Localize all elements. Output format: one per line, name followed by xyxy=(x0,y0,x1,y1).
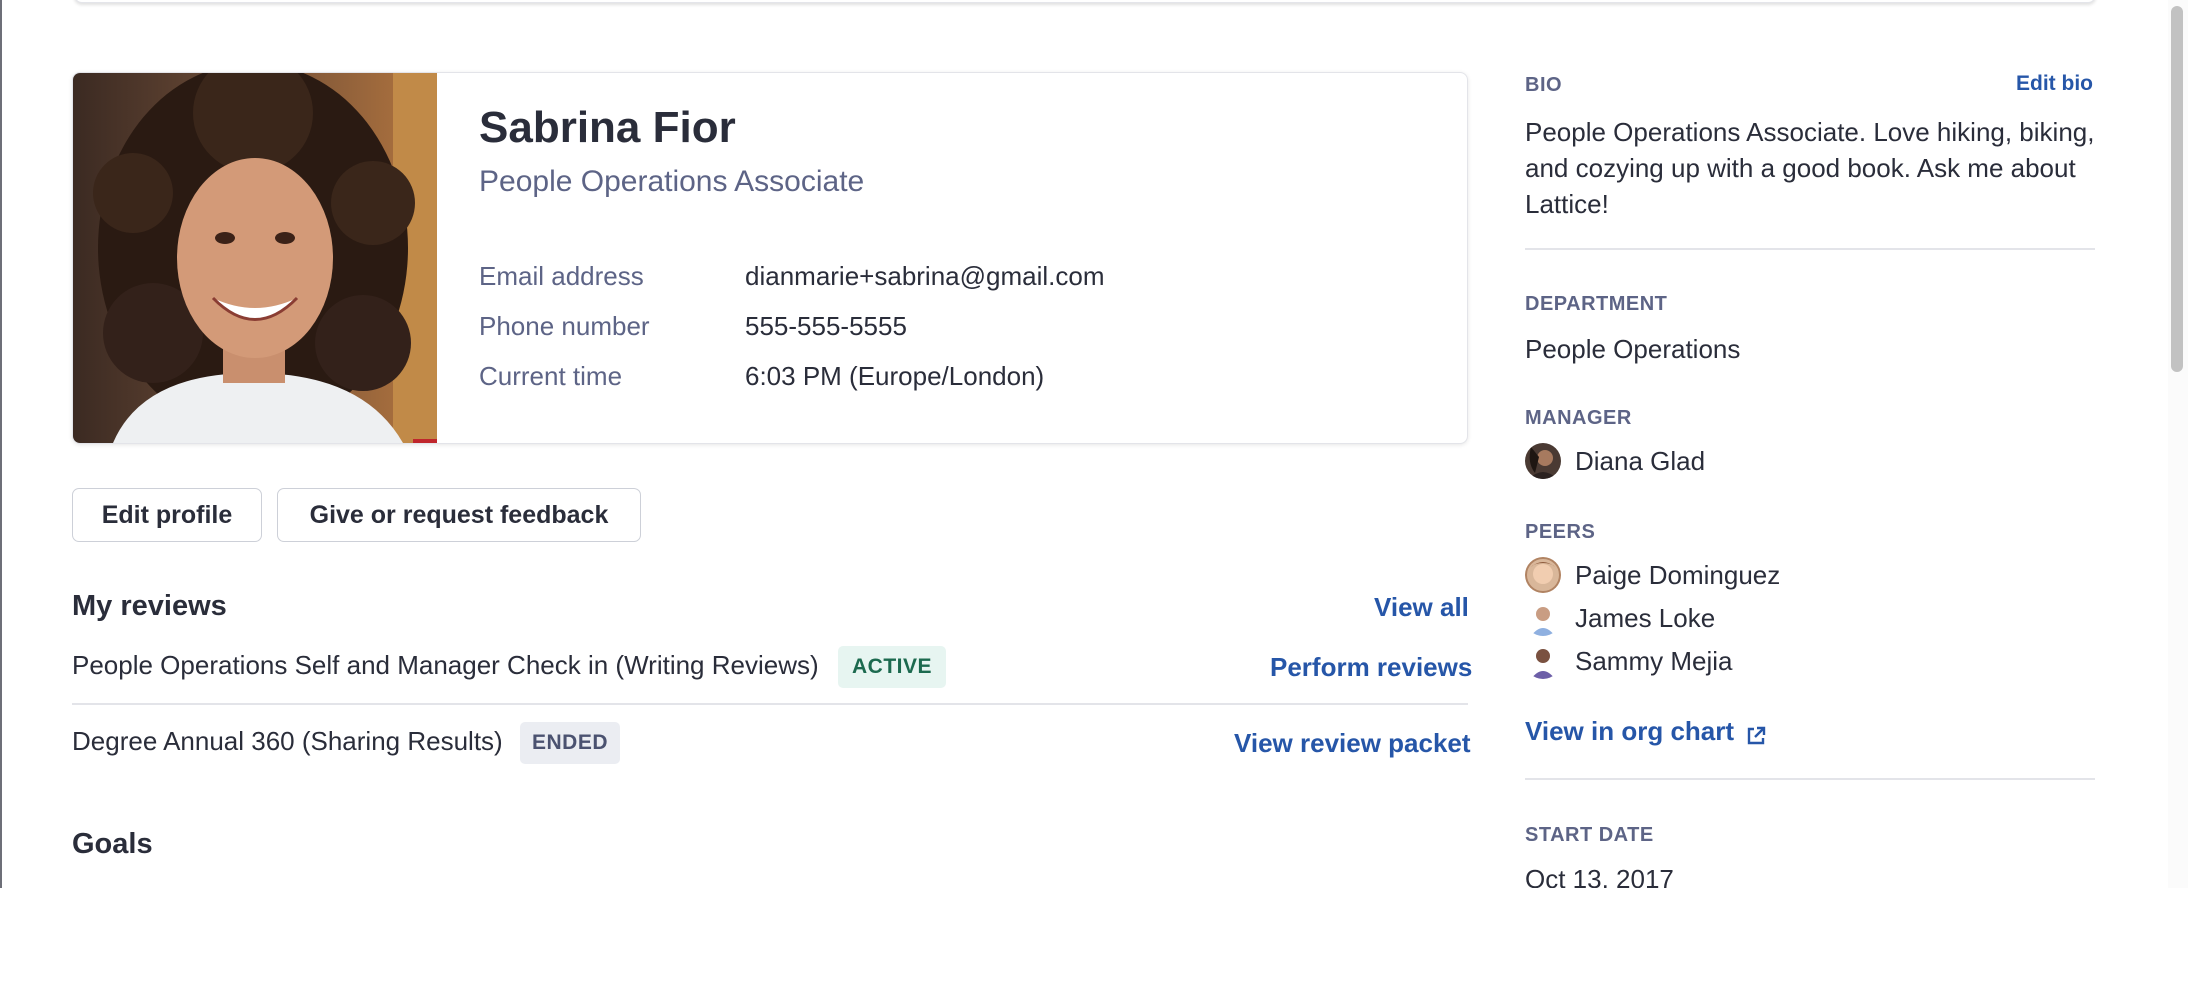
current-time-value: 6:03 PM (Europe/London) xyxy=(745,361,1045,391)
review-divider xyxy=(72,703,1468,705)
review-name: People Operations Self and Manager Check… xyxy=(72,650,819,680)
email-label: Email address xyxy=(479,261,644,291)
profile-job-title: People Operations Associate xyxy=(479,165,865,198)
profile-card: Sabrina Fior People Operations Associate… xyxy=(72,72,1468,444)
perform-reviews-link[interactable]: Perform reviews xyxy=(1270,652,1472,683)
start-date-label: START DATE xyxy=(1525,824,1654,846)
avatar xyxy=(1525,443,1561,479)
vertical-scrollbar[interactable] xyxy=(2168,0,2188,888)
scrollbar-thumb[interactable] xyxy=(2171,6,2183,372)
profile-name: Sabrina Fior xyxy=(479,103,736,152)
manager-item[interactable]: Diana Glad xyxy=(1525,442,1705,480)
profile-photo xyxy=(73,73,437,443)
my-reviews-heading: My reviews xyxy=(72,590,227,622)
blank-area xyxy=(0,888,2188,985)
top-header-bar xyxy=(74,0,2096,3)
sidebar-divider xyxy=(1525,248,2095,250)
bio-label: BIO xyxy=(1525,74,1563,96)
review-name: Degree Annual 360 (Sharing Results) xyxy=(72,726,503,756)
department-label: DEPARTMENT xyxy=(1525,293,1668,315)
goals-heading: Goals xyxy=(72,828,153,860)
email-value: dianmarie+sabrina@gmail.com xyxy=(745,261,1105,291)
give-or-request-feedback-button[interactable]: Give or request feedback xyxy=(277,488,641,542)
peer-name: James Loke xyxy=(1575,602,1716,633)
sidebar-divider xyxy=(1525,778,2095,780)
edit-bio-link[interactable]: Edit bio xyxy=(2016,72,2093,96)
peer-item[interactable]: Sammy Mejia xyxy=(1525,642,1732,680)
phone-value: 555-555-5555 xyxy=(745,311,907,341)
view-all-reviews-link[interactable]: View all xyxy=(1374,592,1469,623)
peers-label: PEERS xyxy=(1525,521,1596,543)
view-review-packet-link[interactable]: View review packet xyxy=(1234,728,1471,759)
status-badge: ENDED xyxy=(520,722,620,764)
avatar xyxy=(1525,643,1561,679)
manager-label: MANAGER xyxy=(1525,407,1632,429)
peer-item[interactable]: Paige Dominguez xyxy=(1525,556,1780,594)
edit-profile-button[interactable]: Edit profile xyxy=(72,488,262,542)
window-edge xyxy=(0,0,2,888)
avatar xyxy=(1525,557,1561,593)
avatar xyxy=(1525,600,1561,636)
current-time-label: Current time xyxy=(479,361,623,391)
department-value: People Operations xyxy=(1525,334,1741,364)
phone-label: Phone number xyxy=(479,311,650,341)
external-link-icon xyxy=(1746,722,1766,744)
status-badge: ACTIVE xyxy=(838,646,946,688)
peer-item[interactable]: James Loke xyxy=(1525,599,1715,637)
bio-text: People Operations Associate. Love hiking… xyxy=(1525,117,2095,219)
peer-name: Sammy Mejia xyxy=(1575,645,1733,676)
view-in-org-chart-link[interactable]: View in org chart xyxy=(1525,716,1766,747)
org-chart-link-label: View in org chart xyxy=(1525,716,1735,746)
peer-name: Paige Dominguez xyxy=(1575,559,1781,590)
manager-name: Diana Glad xyxy=(1575,445,1706,476)
